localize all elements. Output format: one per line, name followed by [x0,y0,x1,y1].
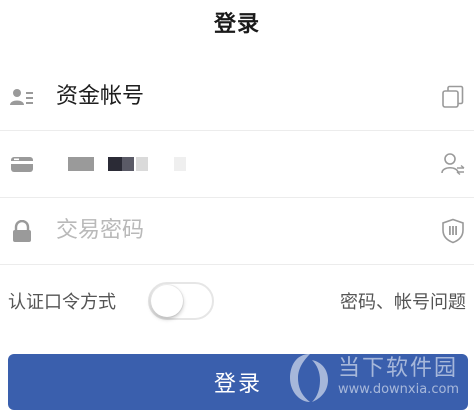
token-mode-toggle[interactable] [148,282,214,320]
toggle-knob [151,285,183,317]
security-keyboard-icon[interactable] [440,218,466,244]
switch-user-icon[interactable] [440,151,466,177]
lock-icon [10,219,34,242]
masked-account-number[interactable] [68,157,198,171]
password-row[interactable]: 交易密码 [0,198,474,265]
account-row[interactable]: 资金帐号 [0,64,474,131]
header: 登录 [0,0,474,48]
login-button[interactable]: 登录 [8,354,468,410]
card-row[interactable] [0,131,474,198]
copy-icon[interactable] [440,84,466,110]
token-mode-label: 认证口令方式 [8,292,116,313]
password-field[interactable]: 交易密码 [56,216,144,246]
password-account-help-link[interactable]: 密码、帐号问题 [340,288,466,314]
bank-card-icon [10,153,34,175]
id-card-icon [10,86,34,108]
page-title: 登录 [213,12,260,37]
options-row: 认证口令方式 密码、帐号问题 [0,270,474,330]
account-field[interactable]: 资金帐号 [56,82,144,112]
